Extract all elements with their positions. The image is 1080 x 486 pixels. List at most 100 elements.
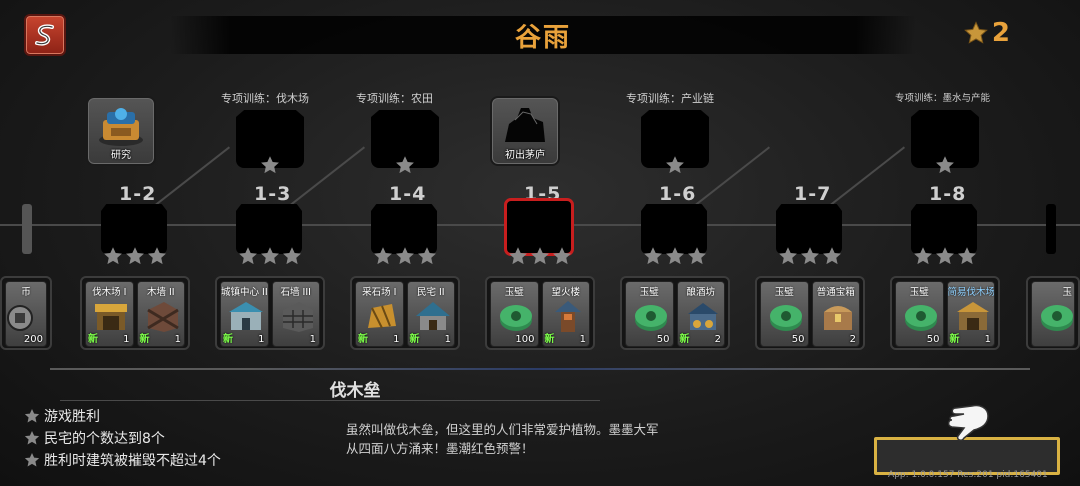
title-bar: 谷雨 — [170, 16, 916, 54]
reward-group[interactable]: 玉璧 50 简易伐木场 新 1 — [890, 276, 1000, 350]
reward-card[interactable]: 玉璧 50 — [895, 281, 944, 347]
reward-qty: 2 — [849, 334, 856, 345]
reward-qty: 1 — [174, 334, 181, 345]
new-badge: 新 — [223, 334, 233, 345]
reward-name: 石墙 III — [280, 287, 311, 298]
reward-card[interactable]: 简易伐木场 新 1 — [946, 281, 995, 347]
reward-group-partial[interactable]: 币 200 — [0, 276, 52, 350]
description-line: 虽然叫做伐木垒，但这里的人们非常爱护植物。墨墨大军 — [346, 422, 659, 437]
star-icon — [688, 247, 706, 265]
reward-card[interactable]: 伐木场 I 新 1 — [85, 281, 134, 347]
reward-group[interactable]: 玉璧 50 酿酒坊 新 2 — [620, 276, 730, 350]
reward-card[interactable]: 玉 — [1031, 281, 1075, 347]
reward-card[interactable]: 采石场 I 新 1 — [355, 281, 404, 347]
brewery-icon — [687, 303, 718, 330]
star-icon — [148, 247, 166, 265]
stage-stars — [913, 246, 977, 266]
reward-card[interactable]: 民宅 II 新 1 — [406, 281, 455, 347]
reward-card[interactable]: 普通宝箱 2 — [811, 281, 860, 347]
level-name: 伐木垒 — [329, 381, 381, 401]
reward-group[interactable]: 玉璧 100 望火楼 新 1 — [485, 276, 595, 350]
quarry-icon — [368, 304, 396, 329]
reward-card[interactable]: 望火楼 新 1 — [541, 281, 590, 347]
reward-name: 民宅 II — [416, 287, 445, 298]
stage-number: 1-8 — [929, 183, 967, 205]
stage-stars — [373, 246, 437, 266]
star-icon — [666, 156, 684, 174]
star-icon — [644, 247, 662, 265]
reward-group-partial[interactable]: 玉 — [1026, 276, 1080, 350]
stage-node-partial[interactable] — [1046, 204, 1056, 254]
training-label: 专项训练：产业链 — [626, 92, 714, 105]
jade-disc-icon — [635, 305, 667, 331]
treasure-chest-icon — [823, 306, 852, 330]
star-icon — [964, 21, 988, 44]
star-icon — [261, 247, 279, 265]
new-badge: 新 — [409, 334, 420, 345]
reward-group[interactable]: 采石场 I 新 1 民宅 II 新 1 — [350, 276, 460, 350]
node-label: 初出茅庐 — [505, 150, 545, 161]
objective-text: 民宅的个数达到8个 — [44, 431, 165, 447]
stage-number: 1-2 — [119, 183, 157, 205]
rookie-node[interactable]: 初出茅庐 — [490, 96, 560, 166]
star-icon — [509, 247, 527, 265]
new-badge: 新 — [949, 334, 960, 345]
star-icon — [823, 247, 841, 265]
reward-name: 玉璧 — [909, 287, 929, 298]
stage-number: 1-3 — [254, 183, 292, 205]
reward-qty: 50 — [926, 334, 940, 345]
stage-stars — [103, 246, 167, 266]
coin-icon — [7, 305, 33, 331]
stage-stars — [508, 246, 572, 266]
star-icon — [779, 247, 797, 265]
star-icon — [531, 247, 549, 265]
stage-node-partial[interactable] — [22, 204, 32, 254]
divider — [50, 368, 1030, 370]
star-icon — [374, 247, 392, 265]
objective-item: 民宅的个数达到8个 — [24, 428, 165, 448]
research-node[interactable]: 研究 — [86, 96, 156, 166]
reward-card[interactable]: 玉璧 100 — [490, 281, 539, 347]
reward-card[interactable]: 石墙 III 1 — [271, 281, 320, 347]
page-title: 谷雨 — [514, 22, 571, 53]
new-badge: 新 — [544, 334, 555, 345]
back-button[interactable] — [24, 14, 66, 56]
objectives-divider — [60, 400, 600, 401]
star-count: 2 — [991, 18, 1010, 48]
reward-card[interactable]: 城镇中心 II 新 1 — [220, 281, 269, 347]
star-icon — [666, 247, 684, 265]
reward-group[interactable]: 玉璧 50 普通宝箱 2 — [755, 276, 865, 350]
jade-disc-icon — [500, 305, 532, 331]
research-building-icon — [99, 108, 143, 146]
objective-item: 胜利时建筑被摧毁不超过4个 — [24, 450, 221, 470]
training-label: 专项训练：农田 — [356, 92, 433, 105]
version-text: App: 1.0.0.157 Res:201 pid:165401 — [888, 470, 1048, 480]
reward-name: 城镇中心 II — [221, 287, 268, 298]
reward-card[interactable]: 币 200 — [5, 281, 47, 347]
jade-disc-icon — [905, 305, 937, 331]
star-icon — [283, 247, 301, 265]
reward-card[interactable]: 玉璧 50 — [625, 281, 674, 347]
reward-card[interactable]: 酿酒坊 新 2 — [676, 281, 725, 347]
reward-card[interactable]: 木墙 II 新 1 — [136, 281, 185, 347]
reward-group[interactable]: 城镇中心 II 新 1 石墙 III 1 — [215, 276, 325, 350]
star-icon — [958, 247, 976, 265]
reward-qty: 1 — [309, 334, 316, 345]
jade-disc-icon — [1041, 305, 1073, 331]
jade-disc-icon — [770, 305, 802, 331]
reward-name: 玉璧 — [639, 287, 659, 298]
star-icon — [418, 247, 436, 265]
stage-stars — [778, 246, 842, 266]
reward-card[interactable]: 玉璧 50 — [760, 281, 809, 347]
star-icon — [936, 156, 954, 174]
reward-qty: 200 — [23, 334, 43, 345]
objective-text: 游戏胜利 — [44, 409, 100, 425]
star-icon — [24, 453, 40, 467]
locked-silhouette-icon — [505, 108, 545, 142]
back-icon — [35, 24, 54, 46]
stage-number: 1-6 — [659, 183, 697, 205]
star-icon — [104, 247, 122, 265]
stone-wall-icon — [282, 302, 313, 332]
simple-lumber-mill-icon — [956, 302, 989, 330]
reward-group[interactable]: 伐木场 I 新 1 木墙 II 新 1 — [80, 276, 190, 350]
